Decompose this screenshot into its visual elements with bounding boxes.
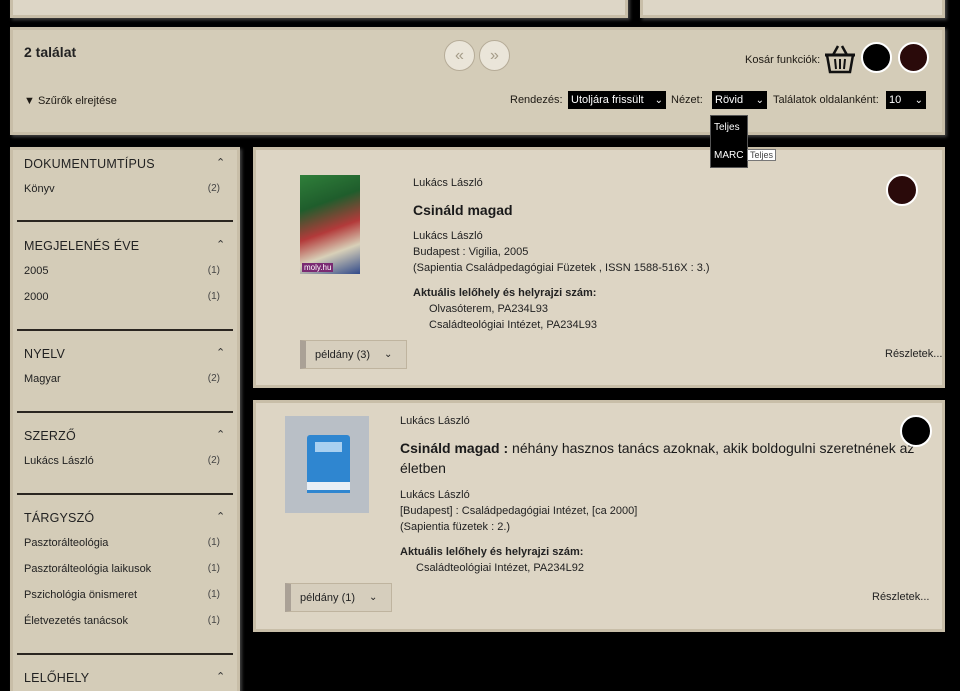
record-author[interactable]: Lukács László	[413, 177, 483, 189]
per-page-value: 10	[889, 94, 902, 106]
record-title[interactable]: Csináld magad : néhány hasznos tanács az…	[400, 440, 914, 456]
record-responsibility: Lukács László	[400, 489, 470, 501]
facet-title[interactable]: NYELV	[24, 347, 65, 361]
view-select[interactable]: Rövid ⌄	[712, 91, 767, 109]
top-panel-right	[640, 0, 945, 18]
filter-sidebar: DOKUMENTUMTÍPUS ⌃ Könyv (2) MEGJELENÉS ÉV…	[10, 147, 240, 691]
record-card: Lukács László Csináld magad : néhány has…	[253, 400, 945, 632]
facet-item[interactable]: Magyar (2)	[24, 373, 228, 385]
per-page-select[interactable]: 10 ⌄	[886, 91, 926, 109]
record-publication: [Budapest] : Családpedagógiai Intézet, […	[400, 505, 638, 517]
select-all-button[interactable]	[861, 42, 892, 73]
tooltip: Teljes	[747, 149, 777, 161]
holdings-label: Aktuális lelőhely és helyrajzi szám:	[413, 287, 597, 299]
sort-value: Utoljára frissült	[571, 94, 644, 106]
record-title[interactable]: Csináld magad	[413, 202, 513, 218]
record-author[interactable]: Lukács László	[400, 415, 470, 427]
facet-item[interactable]: Életvezetés tanácsok (1)	[24, 615, 228, 627]
hide-filters-link[interactable]: ▼ Szűrők elrejtése	[24, 95, 117, 107]
facet-title[interactable]: LELŐHELY	[24, 671, 89, 685]
copies-label: példány (1)	[300, 591, 356, 604]
select-record-checkbox[interactable]	[900, 415, 932, 447]
result-count: 2 találat	[24, 44, 77, 60]
record-responsibility: Lukács László	[413, 230, 483, 242]
record-publication: Budapest : Vigilia, 2005	[413, 246, 529, 258]
facet-item[interactable]: Pasztorálteológia laikusok (1)	[24, 563, 228, 575]
view-option-marc[interactable]: MARC	[714, 150, 743, 161]
next-page-button[interactable]: »	[479, 40, 510, 71]
prev-page-button[interactable]: «	[444, 40, 475, 71]
view-label: Nézet:	[671, 94, 703, 106]
details-link[interactable]: Részletek...	[872, 591, 929, 603]
sort-select[interactable]: Utoljára frissült ⌄	[568, 91, 666, 109]
view-dropdown-menu: Teljes MARC	[710, 115, 748, 168]
copies-dropdown-button[interactable]: példány (3) ⌄	[300, 340, 407, 369]
cover-source-label: moly.hu	[302, 263, 334, 272]
copies-label: példány (3)	[315, 348, 371, 361]
facet-title[interactable]: DOKUMENTUMTÍPUS	[24, 157, 155, 171]
facet-item[interactable]: Lukács László (2)	[24, 455, 228, 467]
divider	[17, 329, 233, 331]
divider	[17, 493, 233, 495]
filter-icon: ▼	[24, 95, 35, 107]
collapse-caret-icon[interactable]: ⌃	[216, 510, 225, 523]
hide-filters-label: Szűrők elrejtése	[37, 95, 117, 107]
holding-item: Olvasóterem, PA234L93	[429, 303, 549, 315]
collapse-caret-icon[interactable]: ⌃	[216, 238, 225, 251]
collapse-caret-icon[interactable]: ⌃	[216, 670, 225, 683]
divider	[17, 653, 233, 655]
divider	[17, 220, 233, 222]
copies-dropdown-button[interactable]: példány (1) ⌄	[285, 583, 392, 612]
double-chevron-left-icon: «	[455, 46, 464, 64]
collapse-caret-icon[interactable]: ⌃	[216, 156, 225, 169]
facet-title[interactable]: TÁRGYSZÓ	[24, 511, 94, 525]
chevron-down-icon: ⌄	[369, 592, 378, 603]
sort-label: Rendezés:	[510, 94, 563, 106]
facet-title[interactable]: MEGJELENÉS ÉVE	[24, 239, 139, 253]
collapse-caret-icon[interactable]: ⌃	[216, 346, 225, 359]
details-link[interactable]: Részletek...	[885, 348, 942, 360]
book-cover-image[interactable]: moly.hu	[300, 175, 360, 274]
facet-item[interactable]: Pasztorálteológia (1)	[24, 537, 228, 549]
chevron-down-icon: ⌄	[755, 94, 764, 106]
record-title-continued[interactable]: életben	[400, 460, 446, 476]
chevron-down-icon: ⌄	[384, 349, 393, 360]
facet-item[interactable]: Könyv (2)	[24, 183, 228, 195]
holdings-label: Aktuális lelőhely és helyrajzi szám:	[400, 546, 584, 558]
record-card: moly.hu Lukács László Csináld magad Luká…	[253, 147, 945, 388]
divider	[17, 411, 233, 413]
record-series: (Sapientia Családpedagógiai Füzetek , IS…	[413, 262, 710, 274]
results-toolbar: 2 találat « » Kosár funkciók: ▼ Szűrők e…	[10, 27, 945, 135]
double-chevron-right-icon: »	[490, 46, 499, 64]
chevron-down-icon: ⌄	[914, 94, 923, 106]
chevron-down-icon: ⌄	[654, 94, 663, 106]
facet-item[interactable]: 2000 (1)	[24, 291, 228, 303]
cart-action-button[interactable]	[898, 42, 929, 73]
view-option-full[interactable]: Teljes	[714, 122, 740, 133]
holding-item: Családteológiai Intézet, PA234L92	[416, 562, 584, 574]
book-placeholder-icon	[307, 435, 350, 493]
basket-icon[interactable]	[823, 44, 857, 74]
facet-item[interactable]: Pszichológia önismeret (1)	[24, 589, 228, 601]
per-page-label: Találatok oldalanként:	[773, 94, 879, 106]
view-value: Rövid	[715, 94, 744, 106]
collapse-caret-icon[interactable]: ⌃	[216, 428, 225, 441]
facet-item[interactable]: 2005 (1)	[24, 265, 228, 277]
record-series: (Sapientia füzetek : 2.)	[400, 521, 511, 533]
facet-title[interactable]: SZERZŐ	[24, 429, 76, 443]
cart-functions-label: Kosár funkciók:	[745, 54, 821, 66]
top-panel-left	[10, 0, 628, 18]
select-record-checkbox[interactable]	[886, 174, 918, 206]
holding-item: Családteológiai Intézet, PA234L93	[429, 319, 597, 331]
book-cover-image[interactable]	[285, 416, 369, 513]
